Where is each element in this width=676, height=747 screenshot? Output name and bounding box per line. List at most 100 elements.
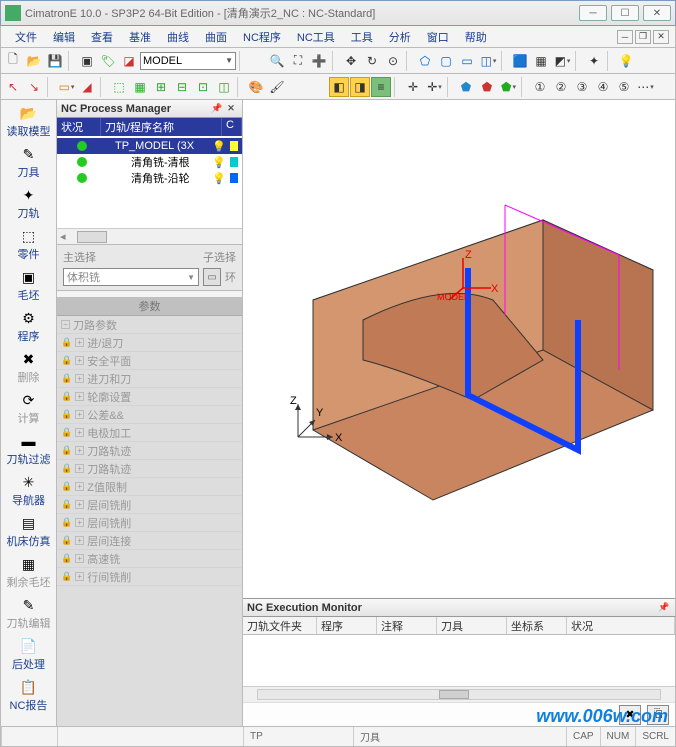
pin-icon[interactable]: 📌 [657,601,671,615]
panel-close-button[interactable]: ✕ [224,102,238,116]
new-button[interactable]: 🗋 [3,51,23,71]
body-2-button[interactable]: ⬟ [477,77,497,97]
deselect-button[interactable]: ↘ [24,77,44,97]
axis-overlay-button[interactable]: ✦ [584,51,604,71]
scrollbar-thumb[interactable] [77,231,107,243]
iso-view-button[interactable]: ⬠ [415,51,435,71]
left-tool-1[interactable]: ✎刀具 [5,143,53,182]
left-tool-10[interactable]: ▤机床仿真 [5,512,53,551]
expand-icon[interactable]: + [75,374,84,383]
expand-icon[interactable]: + [75,410,84,419]
left-tool-3[interactable]: ⬚零件 [5,225,53,264]
menu-nc-tool[interactable]: NC工具 [289,27,343,47]
param-row[interactable]: 🔒+层间连接 [57,532,242,550]
filter-group-5[interactable]: ⊡ [193,77,213,97]
pin-icon[interactable]: 📌 [210,102,224,116]
zoom-window-button[interactable]: 🔍 [267,51,287,71]
process-h-scrollbar[interactable]: ◂ [57,228,242,244]
info-5-button[interactable]: ⑤ [614,77,634,97]
left-tool-6[interactable]: ✖删除 [5,348,53,387]
pick-box-button[interactable]: ▭ [56,77,76,97]
mdi-minimize[interactable]: ─ [617,30,633,44]
left-tool-5[interactable]: ⚙程序 [5,307,53,346]
exec-col-status[interactable]: 状况 [567,617,675,634]
process-row[interactable]: 清角铣-清根💡 [57,154,242,170]
side-view-button[interactable]: ◫ [478,51,498,71]
collapse-icon[interactable]: − [61,320,70,329]
menu-file[interactable]: 文件 [7,27,45,47]
filter-group-4[interactable]: ⊟ [172,77,192,97]
menu-view[interactable]: 查看 [83,27,121,47]
left-tool-7[interactable]: ⟳计算 [5,389,53,428]
left-tool-8[interactable]: ▬刀轨过滤 [5,430,53,469]
param-row[interactable]: 🔒+公差&& [57,406,242,424]
param-row[interactable]: 🔒+轮廓设置 [57,388,242,406]
3d-viewport[interactable]: Z X MODEL Z Y X [243,100,675,598]
model-shape-icon[interactable]: ◪ [119,51,139,71]
process-row[interactable]: 清角铣-沿轮💡 [57,170,242,186]
ucs-button[interactable]: ✛ [403,77,423,97]
pick-face-button[interactable]: ◢ [77,77,97,97]
left-tool-2[interactable]: ✦刀轨 [5,184,53,223]
param-row[interactable]: 🔒+层间铣削 [57,514,242,532]
display-mode-button[interactable]: ◩ [552,51,572,71]
main-select-combo[interactable]: 体积铣 ▼ [63,268,199,286]
col-c[interactable]: C [222,118,242,136]
zoom-fit-button[interactable]: ⛶ [288,51,308,71]
close-button[interactable]: ✕ [643,5,671,21]
process-row[interactable]: TP_MODEL (3X💡 [57,138,242,154]
toggle-c-button[interactable]: ≡ [371,77,391,97]
param-row[interactable]: 🔒+刀路轨迹 [57,442,242,460]
filter-group-2[interactable]: ▦ [130,77,150,97]
menu-help[interactable]: 帮助 [457,27,495,47]
expand-icon[interactable]: + [75,464,84,473]
expand-icon[interactable]: + [75,554,84,563]
model-combo[interactable]: MODEL ▼ [140,52,236,70]
left-tool-12[interactable]: ✎刀轨编辑 [5,594,53,633]
param-row[interactable]: 🔒+电极加工 [57,424,242,442]
left-tool-4[interactable]: ▣毛坯 [5,266,53,305]
param-row[interactable]: 🔒+Z值限制 [57,478,242,496]
minimize-button[interactable]: ─ [579,5,607,21]
view-normal-button[interactable]: ⊙ [383,51,403,71]
lightbulb-button[interactable]: 💡 [616,51,636,71]
top-view-button[interactable]: ▢ [436,51,456,71]
model-icon[interactable]: ▣ [77,51,97,71]
filter-group-1[interactable]: ⬚ [109,77,129,97]
expand-icon[interactable]: + [75,392,84,401]
scrollbar-thumb[interactable] [439,690,469,699]
zoom-in-button[interactable]: ➕ [309,51,329,71]
expand-icon[interactable]: + [75,356,84,365]
param-row[interactable]: 🔒+进刀和刀 [57,370,242,388]
menu-nc-program[interactable]: NC程序 [235,27,289,47]
menu-tools[interactable]: 工具 [343,27,381,47]
open-button[interactable]: 📂 [24,51,44,71]
brush-button[interactable]: 🖌 [267,77,287,97]
info-more-button[interactable]: ⋯ [635,77,655,97]
front-view-button[interactable]: ▭ [457,51,477,71]
left-tool-9[interactable]: ✳导航器 [5,471,53,510]
shaded-button[interactable]: 🟦 [510,51,530,71]
param-row[interactable]: 🔒+高速铣 [57,550,242,568]
tag-icon[interactable]: 🏷 [98,51,118,71]
info-3-button[interactable]: ③ [572,77,592,97]
exec-h-scrollbar[interactable] [243,686,675,702]
info-4-button[interactable]: ④ [593,77,613,97]
filter-group-3[interactable]: ⊞ [151,77,171,97]
expand-icon[interactable]: + [75,446,84,455]
menu-edit[interactable]: 编辑 [45,27,83,47]
exec-exit-button[interactable]: ⎗ [647,705,669,725]
expand-icon[interactable]: + [75,338,84,347]
exec-col-program[interactable]: 程序 [317,617,377,634]
left-tool-14[interactable]: 📋NC报告 [5,676,53,715]
param-row[interactable]: 🔒+层间铣削 [57,496,242,514]
exec-col-folder[interactable]: 刀轨文件夹 [243,617,317,634]
maximize-button[interactable]: ☐ [611,5,639,21]
body-1-button[interactable]: ⬟ [456,77,476,97]
menu-surface[interactable]: 曲面 [197,27,235,47]
col-status[interactable]: 状况 [57,118,101,136]
menu-datum[interactable]: 基准 [121,27,159,47]
menu-curve[interactable]: 曲线 [159,27,197,47]
expand-icon[interactable]: + [75,518,84,527]
col-name[interactable]: 刀轨/程序名称 [101,118,222,136]
